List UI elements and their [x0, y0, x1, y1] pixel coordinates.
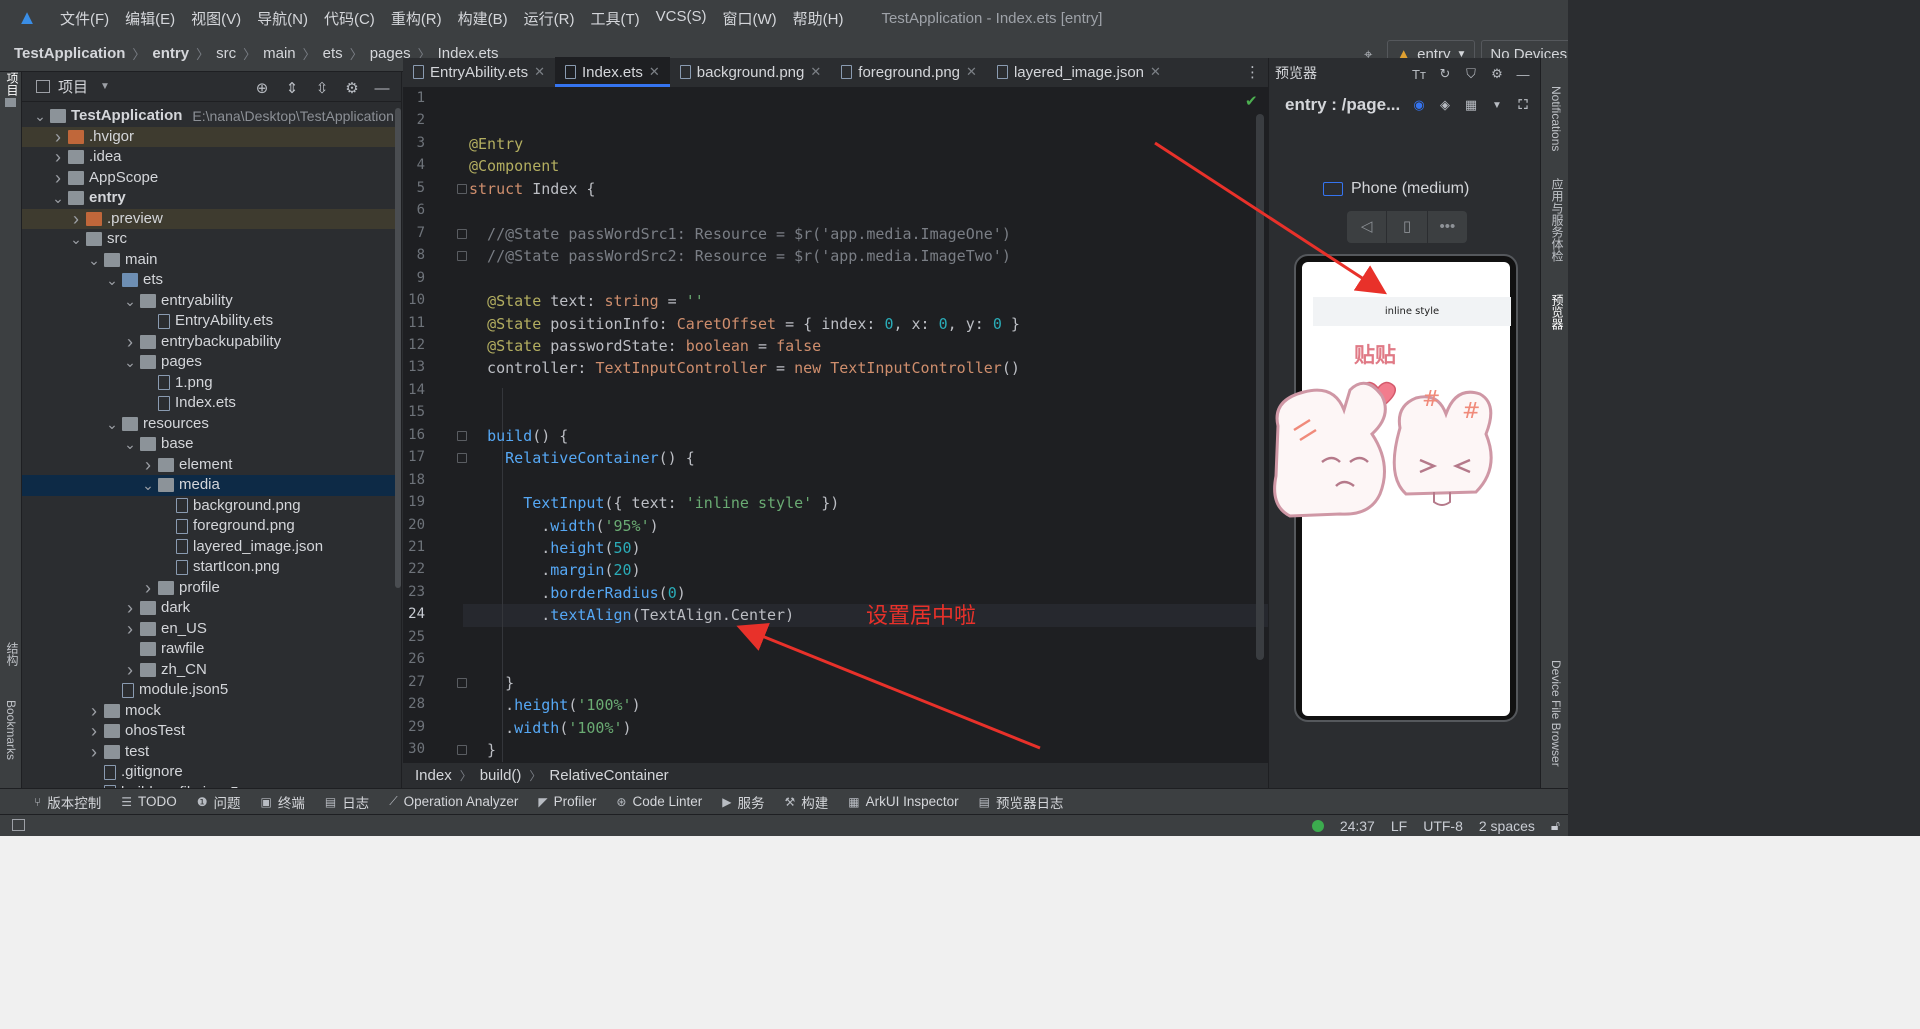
app-check-tool-tab[interactable]: 应用与服务体检 — [1549, 178, 1566, 262]
file-encoding[interactable]: UTF-8 — [1423, 818, 1463, 834]
tool-profiler[interactable]: ◤ Profiler — [538, 794, 596, 809]
tool-previewer-log[interactable]: ▤ 预览器日志 — [979, 792, 1064, 812]
status-ok-icon — [1311, 819, 1324, 832]
indent-setting[interactable]: 2 spaces — [1479, 818, 1535, 834]
line-separator[interactable]: LF — [1391, 818, 1407, 834]
inspector-icon: ▦ — [848, 794, 860, 809]
log-icon: ▤ — [324, 794, 337, 809]
todo-icon: ☰ — [121, 794, 132, 809]
services-icon: ▶ — [722, 794, 732, 809]
vcs-icon: ⑂ — [34, 794, 42, 809]
tool-window-bar: ⑂ 版本控制 ☰ TODO ❶ 问题 ▣ 终端 ▤ 日志 ⟋ Operation Analy… — [0, 788, 1568, 814]
tool-arkui-inspector[interactable]: ▦ ArkUI Inspector — [848, 794, 958, 809]
arrow-to-code — [736, 623, 1041, 750]
caret-position[interactable]: 24:37 — [1340, 818, 1375, 834]
arrow-to-preview — [1154, 141, 1388, 295]
previewer-tool-tab[interactable]: 预览器 — [1549, 294, 1566, 330]
problems-icon: ❶ — [196, 794, 208, 809]
terminal-icon: ▣ — [260, 794, 272, 809]
profiler-icon: ◤ — [538, 794, 548, 809]
toggle-panels-icon[interactable] — [12, 819, 25, 831]
tool-build[interactable]: ⚒ 构建 — [785, 792, 829, 812]
lock-icon[interactable]: 🔓︎ — [1551, 817, 1560, 834]
desktop-background — [1568, 0, 1920, 836]
notifications-tool-tab[interactable]: Notifications — [1549, 86, 1563, 151]
previewer-log-icon: ▤ — [978, 794, 990, 809]
tool-problems[interactable]: ❶ 问题 — [197, 792, 241, 812]
tool-log[interactable]: ▤ 日志 — [325, 792, 369, 812]
analyzer-icon: ⟋ — [389, 794, 398, 808]
tool-todo[interactable]: ☰ TODO — [121, 794, 177, 809]
device-file-browser-tab[interactable]: Device File Browser — [1549, 660, 1563, 767]
annotation-arrows — [736, 141, 1388, 750]
tool-code-linter[interactable]: ⊛ Code Linter — [616, 794, 702, 809]
tool-services[interactable]: ▶ 服务 — [722, 792, 764, 812]
tool-operation-analyzer[interactable]: ⟋ Operation Analyzer — [389, 794, 518, 809]
linter-icon: ⊛ — [616, 794, 627, 809]
build-icon: ⚒ — [784, 794, 796, 809]
tool-vcs[interactable]: ⑂ 版本控制 — [34, 792, 101, 812]
desktop-area — [0, 836, 1920, 1029]
status-bar: 24:37 LF UTF-8 2 spaces 🔓︎ — [0, 814, 1568, 836]
tool-terminal[interactable]: ▣ 终端 — [261, 792, 305, 812]
